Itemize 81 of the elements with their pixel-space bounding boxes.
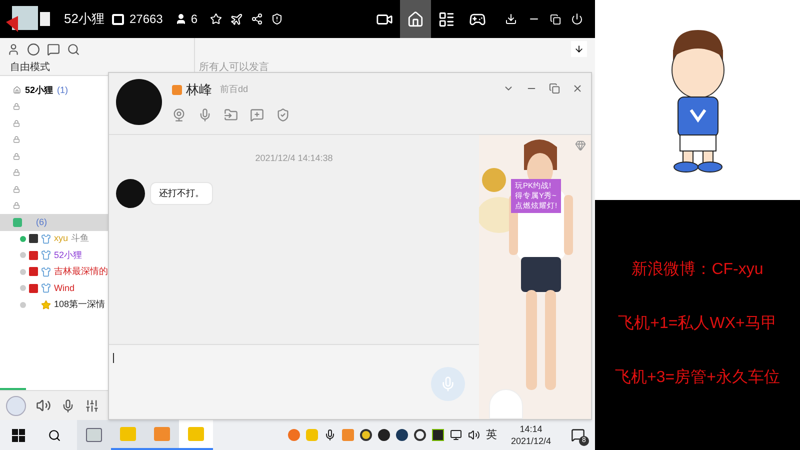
notice-text: 所有人可以发言 (199, 60, 270, 75)
screenshot-icon[interactable] (250, 108, 264, 122)
scroll-down-button[interactable] (571, 41, 587, 57)
viewer-count: 6 (190, 11, 198, 28)
star-icon[interactable] (210, 13, 222, 25)
microphone-icon[interactable] (61, 398, 75, 412)
timestamp: 2021/12/4 14:14:38 (255, 153, 333, 163)
lock-icon (13, 152, 20, 160)
member-name[interactable]: 吉林最深情的 (54, 265, 108, 278)
contact-avatar (116, 79, 162, 125)
shirt-icon (41, 266, 51, 277)
clock[interactable]: 14:14 2021/12/4 (510, 423, 551, 447)
tray-icon[interactable] (360, 429, 372, 441)
contact-name: 林峰 (186, 81, 212, 99)
lock-icon (13, 186, 20, 193)
lock-icon (13, 202, 20, 210)
medal-icon (41, 300, 51, 310)
mode-label: 自由模式 (10, 60, 50, 75)
tray-icon[interactable] (378, 429, 390, 441)
channel-count: (6) (36, 216, 47, 229)
webcam-icon[interactable] (172, 108, 186, 122)
v-badge (172, 84, 182, 95)
search-icon[interactable] (48, 428, 61, 442)
restore-icon[interactable] (550, 14, 561, 24)
room-name: 52小狸 (64, 10, 104, 28)
taskbar-app[interactable] (179, 420, 213, 450)
message-bubble: 还打不打。 (150, 182, 213, 206)
sender-avatar (116, 179, 145, 208)
logo-icon (4, 4, 52, 34)
lock-icon (13, 120, 20, 127)
group-icon (13, 218, 22, 227)
message-icon[interactable] (47, 42, 60, 56)
list-icon (438, 10, 455, 28)
settings-icon[interactable] (85, 398, 99, 412)
channel-row[interactable]: (6) (0, 214, 108, 230)
home-icon (407, 10, 424, 28)
microphone-icon (440, 376, 456, 392)
channel-count: (1) (57, 84, 68, 97)
plane-icon[interactable] (230, 12, 243, 26)
shirt-icon (41, 283, 51, 294)
arrow-down-icon (574, 44, 584, 54)
lock-icon (13, 136, 20, 144)
download-icon[interactable] (505, 13, 517, 25)
member-name[interactable]: Wind (54, 282, 75, 295)
folder-icon[interactable] (224, 108, 238, 122)
notification-icon[interactable] (571, 428, 585, 442)
maximize-icon[interactable] (549, 83, 560, 94)
promo-line: 飞机+1=私人WX+马甲 (618, 314, 777, 334)
shirt-icon (41, 250, 51, 260)
profile-icon[interactable] (7, 42, 20, 56)
promo-line: 新浪微博：CF-xyu (632, 260, 764, 280)
promo-line: 飞机+3=房管+永久车位 (615, 368, 780, 388)
microphone-icon[interactable] (324, 429, 336, 441)
power-icon[interactable] (571, 13, 583, 25)
home-icon (13, 86, 21, 94)
lock-icon (13, 169, 20, 176)
id-icon (112, 14, 124, 24)
volume-icon[interactable] (468, 429, 480, 441)
member-name[interactable]: 52小狸 (54, 248, 82, 262)
shirt-icon (41, 234, 51, 244)
channel-name: 52小狸 (25, 84, 54, 96)
room-id: 27663 (129, 11, 163, 28)
user-icon (174, 13, 187, 25)
volume-icon[interactable] (36, 398, 51, 413)
input-language[interactable]: 英 (486, 426, 497, 444)
search-icon[interactable] (67, 42, 80, 56)
taskbar-app[interactable] (145, 420, 179, 450)
home-tab[interactable] (400, 0, 431, 38)
member-name[interactable]: 108第一深情 (54, 298, 106, 312)
network-icon[interactable] (450, 429, 462, 441)
windows-icon[interactable] (12, 428, 25, 442)
taskbar-app[interactable] (77, 420, 111, 450)
lock-icon (13, 103, 20, 110)
close-icon[interactable] (572, 83, 583, 94)
tray-icon[interactable] (432, 429, 444, 441)
contact-signature: 前百dd (220, 83, 248, 96)
channel-row[interactable]: 52小狸 (1) (0, 82, 108, 98)
tray-icon[interactable] (396, 429, 408, 441)
tray-icon[interactable] (414, 429, 426, 441)
share-icon[interactable] (250, 13, 263, 25)
member-tag: 斗鱼 (71, 232, 90, 246)
